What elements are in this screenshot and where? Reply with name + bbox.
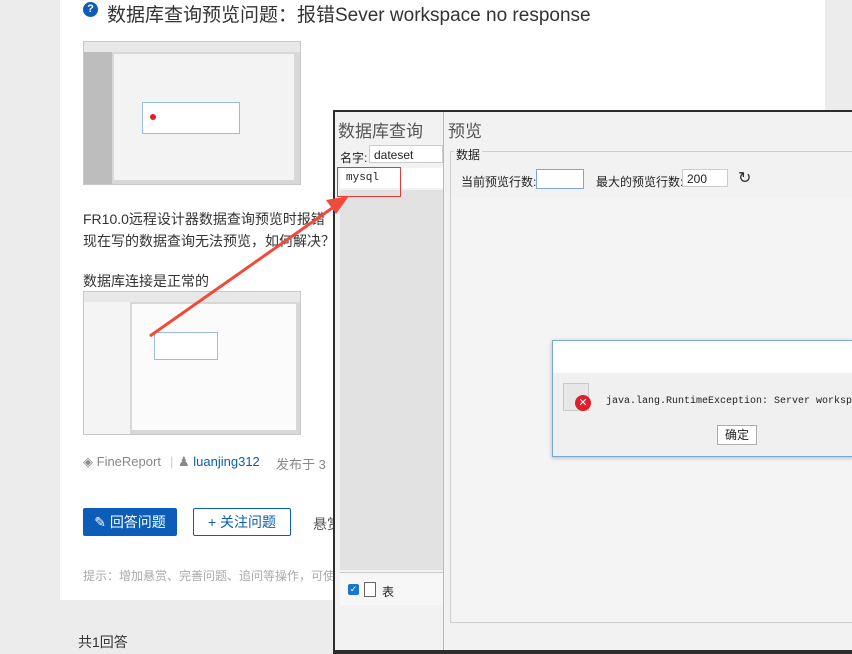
current-rows-label: 当前预览行数: [461,175,537,189]
max-rows-input[interactable]: 200 [682,169,728,187]
error-message: java.lang.RuntimeException: Server works… [606,396,852,407]
ok-button[interactable]: 确定 [717,425,757,445]
error-icon: ✕ [575,395,591,411]
refresh-icon[interactable]: ↻ [738,168,751,188]
preview-title: 预览 [448,122,482,141]
max-rows-label: 最大的预览行数: [596,175,684,189]
data-section-label: 数据 [454,146,483,163]
error-dialog: ✕ java.lang.RuntimeException: Server wor… [552,340,852,457]
current-rows-input[interactable] [536,169,584,189]
error-dialog-titlebar [553,341,852,373]
